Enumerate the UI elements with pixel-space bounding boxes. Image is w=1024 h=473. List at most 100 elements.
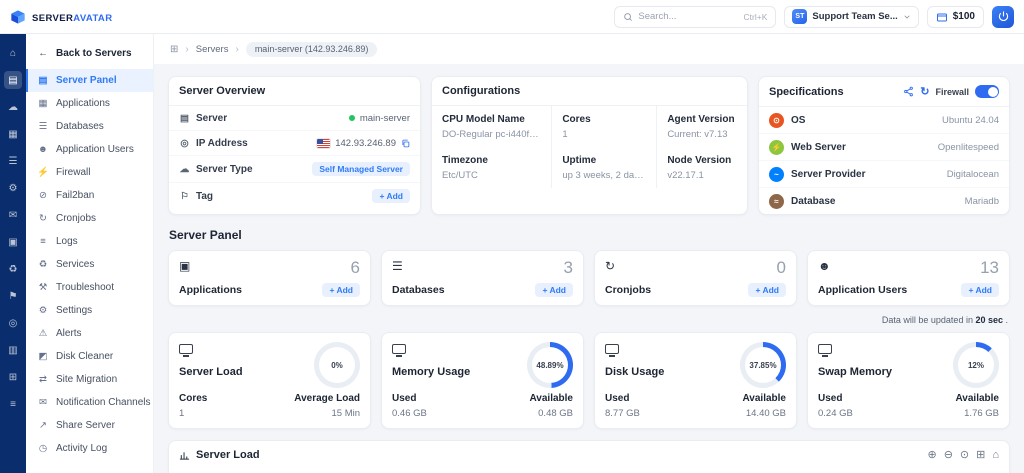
sidebar-item-back-to-servers[interactable]: ←Back to Servers bbox=[26, 42, 153, 65]
power-button[interactable] bbox=[992, 6, 1014, 28]
balance-button[interactable]: $100 bbox=[927, 6, 984, 28]
swap-memory-gauge: 12% bbox=[953, 342, 999, 388]
rail-icon-services[interactable]: ♻ bbox=[4, 260, 22, 278]
users-icon: ☻ bbox=[37, 144, 49, 155]
gauge-percent: 12% bbox=[953, 342, 999, 388]
mariadb-icon: ≈ bbox=[769, 194, 784, 209]
add-application-user-button[interactable]: + Add bbox=[961, 283, 999, 297]
rail-icon-apps[interactable]: ▦ bbox=[4, 125, 22, 143]
rail-icon-servers[interactable]: ▤ bbox=[4, 71, 22, 89]
stat-label: Databases bbox=[392, 284, 445, 296]
row-label: Database bbox=[791, 196, 835, 207]
search-input[interactable] bbox=[638, 11, 724, 22]
overview-row-ip: ◎IP Address 142.93.246.89 bbox=[169, 131, 420, 156]
rail-icon-databases[interactable]: ☰ bbox=[4, 152, 22, 170]
sidebar-item-application-users[interactable]: ☻Application Users bbox=[26, 138, 153, 161]
selection-zoom-icon[interactable]: ⊙ bbox=[960, 450, 969, 461]
topbar: SERVERAVATAR Ctrl+K ST Support Team Se..… bbox=[0, 0, 1024, 34]
disk-cleaner-icon: ◩ bbox=[37, 351, 49, 362]
rail-icon-settings[interactable]: ⚙ bbox=[4, 179, 22, 197]
server-type-badge: Self Managed Server bbox=[312, 162, 410, 176]
share-server-icon: ↗ bbox=[37, 420, 49, 431]
card-title: Server Overview bbox=[179, 85, 265, 97]
stat-label: Applications bbox=[179, 284, 242, 296]
zoom-in-icon[interactable]: ⊕ bbox=[927, 450, 936, 461]
sidebar-item-label: Firewall bbox=[56, 167, 90, 178]
update-countdown-note: Data will be updated in 20 sec . bbox=[170, 315, 1008, 325]
row-label: Server bbox=[196, 113, 227, 124]
sidebar-item-cronjobs[interactable]: ↻Cronjobs bbox=[26, 207, 153, 230]
chart-plot-area[interactable]: 1.00 bbox=[179, 469, 999, 473]
sidebar-item-activity-log[interactable]: ◷Activity Log bbox=[26, 437, 153, 460]
share-icon[interactable] bbox=[903, 86, 914, 97]
troubleshoot-icon: ⚒ bbox=[37, 282, 49, 293]
stat-card-databases[interactable]: ☰3 Databases+ Add bbox=[381, 250, 584, 306]
sidebar-item-alerts[interactable]: ⚠Alerts bbox=[26, 322, 153, 345]
databases-icon: ☰ bbox=[37, 121, 49, 132]
rail-icon-mail[interactable]: ✉ bbox=[4, 206, 22, 224]
reset-zoom-icon[interactable]: ⌂ bbox=[992, 450, 999, 461]
rail-icon-logs[interactable]: ▥ bbox=[4, 341, 22, 359]
sidebar-item-disk-cleaner[interactable]: ◩Disk Cleaner bbox=[26, 345, 153, 368]
user-menu[interactable]: ST Support Team Se... bbox=[784, 6, 918, 28]
ip-address: 142.93.246.89 bbox=[335, 138, 396, 149]
logs-icon: ≡ bbox=[37, 236, 49, 247]
brand-text: SERVERAVATAR bbox=[32, 8, 112, 26]
rail-icon-panel[interactable]: ▣ bbox=[4, 233, 22, 251]
add-tag-button[interactable]: + Add bbox=[372, 189, 410, 203]
rail-icon-list[interactable]: ≡ bbox=[4, 395, 22, 413]
stat-label: Application Users bbox=[818, 284, 907, 296]
cronjobs-icon: ↻ bbox=[605, 259, 615, 273]
add-database-button[interactable]: + Add bbox=[535, 283, 573, 297]
sidebar-item-databases[interactable]: ☰Databases bbox=[26, 115, 153, 138]
rail-icon-home[interactable]: ⌂ bbox=[4, 44, 22, 62]
sidebar-item-server-panel[interactable]: ▤Server Panel bbox=[26, 69, 153, 92]
chart-toolbar: ⊕ ⊖ ⊙ ⊞ ⌂ bbox=[927, 450, 999, 461]
stat-card-cronjobs[interactable]: ↻0 Cronjobs+ Add bbox=[594, 250, 797, 306]
sidebar-item-label: Applications bbox=[56, 98, 110, 109]
panning-icon[interactable]: ⊞ bbox=[976, 450, 985, 461]
sidebar-item-applications[interactable]: ▦Applications bbox=[26, 92, 153, 115]
brand-secondary: AVATAR bbox=[73, 13, 112, 24]
gauge-percent: 0% bbox=[314, 342, 360, 388]
stat-card-application-users[interactable]: ☻13 Application Users+ Add bbox=[807, 250, 1010, 306]
sidebar-item-settings[interactable]: ⚙Settings bbox=[26, 299, 153, 322]
grid-icon[interactable]: ⊞ bbox=[170, 44, 178, 55]
rail-icon-flag[interactable]: ⚑ bbox=[4, 287, 22, 305]
copy-icon[interactable] bbox=[401, 139, 410, 148]
search-box[interactable]: Ctrl+K bbox=[614, 6, 776, 28]
sidebar-item-troubleshoot[interactable]: ⚒Troubleshoot bbox=[26, 276, 153, 299]
user-name: Support Team Se... bbox=[812, 11, 897, 22]
breadcrumb-separator: › bbox=[235, 44, 238, 55]
stat-label: Cronjobs bbox=[605, 284, 651, 296]
refresh-icon[interactable]: ↻ bbox=[920, 85, 929, 98]
metric-card-disk-usage: 37.85% Disk Usage Used8.77 GB Available1… bbox=[594, 332, 797, 429]
config-cpu-model: CPU Model NameDO-Regular pc-i440fx-6.1 C… bbox=[432, 106, 551, 147]
sidebar-item-share-server[interactable]: ↗Share Server bbox=[26, 414, 153, 437]
sidebar-item-notification-channels[interactable]: ✉Notification Channels bbox=[26, 391, 153, 414]
rail-icon-monitor[interactable]: ◎ bbox=[4, 314, 22, 332]
zoom-out-icon[interactable]: ⊖ bbox=[944, 450, 953, 461]
server-load-gauge: 0% bbox=[314, 342, 360, 388]
firewall-toggle-label: Firewall bbox=[935, 87, 969, 97]
add-application-button[interactable]: + Add bbox=[322, 283, 360, 297]
sidebar-item-fail2ban[interactable]: ⊘Fail2ban bbox=[26, 184, 153, 207]
main-area: ⊞ › Servers › main-server (142.93.246.89… bbox=[154, 34, 1024, 473]
sidebar-item-site-migration[interactable]: ⇄Site Migration bbox=[26, 368, 153, 391]
sidebar-item-services[interactable]: ♻Services bbox=[26, 253, 153, 276]
rail-icon-cloud[interactable]: ☁ bbox=[4, 98, 22, 116]
us-flag-icon bbox=[317, 139, 330, 148]
brand-logo[interactable]: SERVERAVATAR bbox=[10, 8, 160, 26]
firewall-toggle[interactable] bbox=[975, 85, 999, 98]
sidebar-item-logs[interactable]: ≡Logs bbox=[26, 230, 153, 253]
breadcrumb-servers-link[interactable]: Servers bbox=[196, 44, 229, 55]
sidebar-item-label: Server Panel bbox=[56, 75, 117, 86]
rail-icon-grid[interactable]: ⊞ bbox=[4, 368, 22, 386]
add-cronjob-button[interactable]: + Add bbox=[748, 283, 786, 297]
sidebar-item-label: Back to Servers bbox=[56, 48, 132, 59]
applications-icon: ▣ bbox=[179, 259, 190, 273]
search-shortcut: Ctrl+K bbox=[744, 12, 768, 22]
sidebar-item-firewall[interactable]: ⚡Firewall bbox=[26, 161, 153, 184]
stat-card-applications[interactable]: ▣6 Applications+ Add bbox=[168, 250, 371, 306]
os-value: Ubuntu 24.04 bbox=[942, 115, 999, 126]
